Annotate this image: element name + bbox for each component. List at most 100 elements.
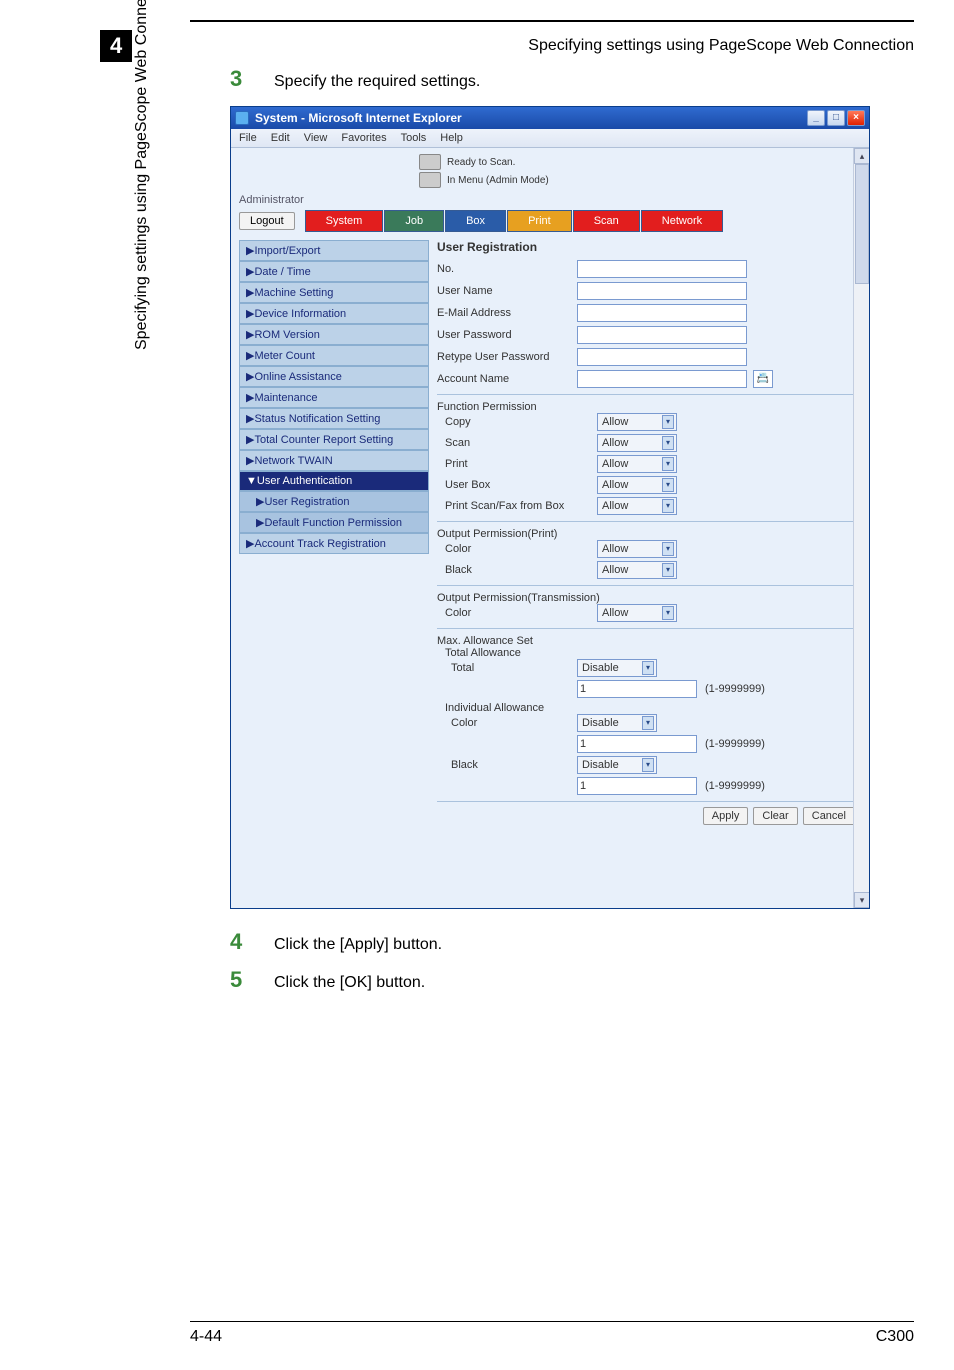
printer-icon [419,154,441,170]
menu-edit[interactable]: Edit [271,132,290,144]
tab-scan[interactable]: Scan [573,210,640,232]
scrollbar[interactable]: ▴ ▾ [853,148,869,908]
label-email: E-Mail Address [437,307,577,319]
side-label-main: Specifying settings using PageScope Web … [133,0,151,350]
sidebar-item-meter-count[interactable]: ▶Meter Count [239,345,429,366]
scroll-down-icon[interactable]: ▾ [854,892,869,908]
sidebar-item-account-track[interactable]: ▶Account Track Registration [239,533,429,554]
clear-button[interactable]: Clear [753,807,797,825]
label-total: Total [437,662,577,674]
label-copy: Copy [437,416,597,428]
sidebar-item-rom-version[interactable]: ▶ROM Version [239,324,429,345]
input-total-val[interactable]: 1 [577,680,697,698]
menu-favorites[interactable]: Favorites [341,132,386,144]
apply-button[interactable]: Apply [703,807,749,825]
label-indiv-black: Black [437,759,577,771]
input-no[interactable] [577,260,747,278]
label-indiv-color: Color [437,717,577,729]
list-icon[interactable]: 📇 [753,370,773,388]
label-trans-color: Color [437,607,597,619]
select-total[interactable]: Disable▾ [577,659,657,677]
range-indiv-black: (1-9999999) [705,780,765,792]
window-title: System - Microsoft Internet Explorer [255,111,462,125]
page-title: Specifying settings using PageScope Web … [528,37,914,55]
close-button[interactable]: × [847,110,865,126]
minimize-button[interactable]: _ [807,110,825,126]
select-out-black[interactable]: Allow▾ [597,561,677,579]
menu-tools[interactable]: Tools [401,132,427,144]
footer-page: 4-44 [190,1328,222,1346]
select-indiv-color[interactable]: Disable▾ [577,714,657,732]
chevron-down-icon: ▾ [662,542,674,556]
chevron-down-icon: ▾ [662,478,674,492]
chevron-down-icon: ▾ [662,415,674,429]
sidebar-sub-default-perm[interactable]: ▶Default Function Permission [239,512,429,533]
label-username: User Name [437,285,577,297]
logout-button[interactable]: Logout [239,212,295,230]
range-total: (1-9999999) [705,683,765,695]
label-print: Print [437,458,597,470]
select-print[interactable]: Allow▾ [597,455,677,473]
label-acct: Account Name [437,373,577,385]
select-userbox[interactable]: Allow▾ [597,476,677,494]
sidebar-item-user-auth[interactable]: ▼User Authentication [239,471,429,491]
mode-icon [419,172,441,188]
sidebar-item-date-time[interactable]: ▶Date / Time [239,261,429,282]
select-out-color[interactable]: Allow▾ [597,540,677,558]
select-trans-color[interactable]: Allow▾ [597,604,677,622]
section-func-perm: Function Permission [437,401,861,413]
label-total-allow: Total Allowance [437,647,861,659]
maximize-button[interactable]: □ [827,110,845,126]
select-indiv-black[interactable]: Disable▾ [577,756,657,774]
chevron-down-icon: ▾ [662,499,674,513]
chevron-down-icon: ▾ [642,758,654,772]
menu-file[interactable]: File [239,132,257,144]
scroll-thumb[interactable] [855,164,869,284]
screenshot: System - Microsoft Internet Explorer _ □… [230,106,914,909]
select-scan[interactable]: Allow▾ [597,434,677,452]
sidebar-item-network-twain[interactable]: ▶Network TWAIN [239,450,429,471]
chevron-down-icon: ▾ [642,716,654,730]
tab-network[interactable]: Network [641,210,723,232]
input-pwd[interactable] [577,326,747,344]
sidebar-item-import-export[interactable]: ▶Import/Export [239,240,429,261]
step3-num: 3 [230,66,254,92]
chevron-down-icon: ▾ [662,563,674,577]
input-username[interactable] [577,282,747,300]
status-ready: Ready to Scan. [447,157,515,168]
sidebar-sub-user-reg[interactable]: ▶User Registration [239,491,429,512]
section-out-trans: Output Permission(Transmission) [437,592,861,604]
status-mode: In Menu (Admin Mode) [447,175,549,186]
menu-help[interactable]: Help [440,132,463,144]
form-title: User Registration [437,240,861,254]
main-panel: User Registration No. User Name E-Mail A… [437,240,861,822]
section-out-print: Output Permission(Print) [437,528,861,540]
input-indiv-black-val[interactable]: 1 [577,777,697,795]
tab-job[interactable]: Job [384,210,444,232]
sidebar-item-online-assist[interactable]: ▶Online Assistance [239,366,429,387]
input-rpwd[interactable] [577,348,747,366]
sidebar: ▶Import/Export ▶Date / Time ▶Machine Set… [239,240,429,822]
step3-text: Specify the required settings. [274,73,480,91]
cancel-button[interactable]: Cancel [803,807,855,825]
sidebar-item-status-notif[interactable]: ▶Status Notification Setting [239,408,429,429]
chevron-down-icon: ▾ [662,457,674,471]
select-printscan[interactable]: Allow▾ [597,497,677,515]
input-indiv-color-val[interactable]: 1 [577,735,697,753]
select-copy[interactable]: Allow▾ [597,413,677,431]
menu-view[interactable]: View [304,132,328,144]
sidebar-item-machine-setting[interactable]: ▶Machine Setting [239,282,429,303]
tab-box[interactable]: Box [445,210,506,232]
menu-bar: File Edit View Favorites Tools Help [231,129,869,148]
input-acct[interactable] [577,370,747,388]
label-scan: Scan [437,437,597,449]
scroll-up-icon[interactable]: ▴ [854,148,869,164]
label-printscan: Print Scan/Fax from Box [437,500,597,512]
sidebar-item-device-info[interactable]: ▶Device Information [239,303,429,324]
input-email[interactable] [577,304,747,322]
tab-system[interactable]: System [305,210,384,232]
sidebar-item-maintenance[interactable]: ▶Maintenance [239,387,429,408]
tab-print[interactable]: Print [507,210,572,232]
label-no: No. [437,263,577,275]
sidebar-item-counter-report[interactable]: ▶Total Counter Report Setting [239,429,429,450]
